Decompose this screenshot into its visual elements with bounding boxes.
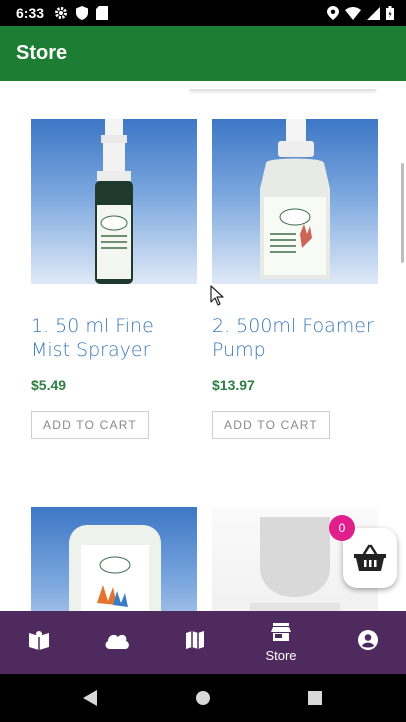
product-card[interactable]: 1. 50 ml Fine Mist Sprayer $5.49 ADD TO … <box>31 119 197 439</box>
battery-icon <box>386 6 394 25</box>
product-price: $5.49 <box>31 377 67 393</box>
page-title: Store <box>16 42 68 64</box>
system-nav-bar <box>0 674 406 722</box>
bottom-nav: Store <box>0 611 406 674</box>
map-icon <box>186 631 204 654</box>
store-icon <box>271 622 291 646</box>
recents-icon[interactable] <box>308 691 322 710</box>
nav-item-guide[interactable] <box>4 611 74 674</box>
settings-gear-icon <box>54 6 68 25</box>
shopping-basket-icon <box>354 544 386 577</box>
add-to-cart-button[interactable]: ADD TO CART <box>31 411 149 439</box>
divider <box>190 81 376 91</box>
status-bar: 6:33 <box>0 0 406 26</box>
app-bar: Store <box>0 26 406 81</box>
cursor-arrow-icon <box>210 285 224 312</box>
status-time: 6:33 <box>16 5 45 21</box>
product-name[interactable]: 1. 50 ml Fine Mist Sprayer <box>31 314 197 362</box>
signal-icon <box>367 6 380 25</box>
shield-icon <box>76 6 88 25</box>
add-to-cart-button[interactable]: ADD TO CART <box>212 411 330 439</box>
product-price: $13.97 <box>212 377 255 393</box>
location-icon <box>327 6 339 25</box>
nav-item-label: Store <box>265 647 297 663</box>
back-icon[interactable] <box>83 690 97 711</box>
nav-item-map[interactable] <box>160 611 230 674</box>
nav-item-account[interactable] <box>333 611 403 674</box>
book-map-icon <box>29 630 49 655</box>
cart-count-badge: 0 <box>329 515 355 541</box>
sd-card-icon <box>96 6 108 25</box>
product-image-foamer[interactable] <box>212 119 378 284</box>
scrollbar[interactable] <box>401 163 404 263</box>
product-image-sprayer[interactable] <box>31 119 197 284</box>
nav-item-weather[interactable] <box>82 611 152 674</box>
account-icon <box>358 630 378 655</box>
product-name[interactable]: 2. 500ml Foamer Pump <box>212 314 378 362</box>
nav-item-store[interactable]: Store <box>246 611 316 674</box>
wifi-icon <box>345 6 361 25</box>
product-card[interactable] <box>31 507 197 611</box>
home-icon[interactable] <box>196 691 210 710</box>
product-image[interactable] <box>31 507 197 611</box>
product-card[interactable]: 2. 500ml Foamer Pump $13.97 ADD TO CART <box>212 119 378 439</box>
cloud-icon <box>104 631 130 654</box>
